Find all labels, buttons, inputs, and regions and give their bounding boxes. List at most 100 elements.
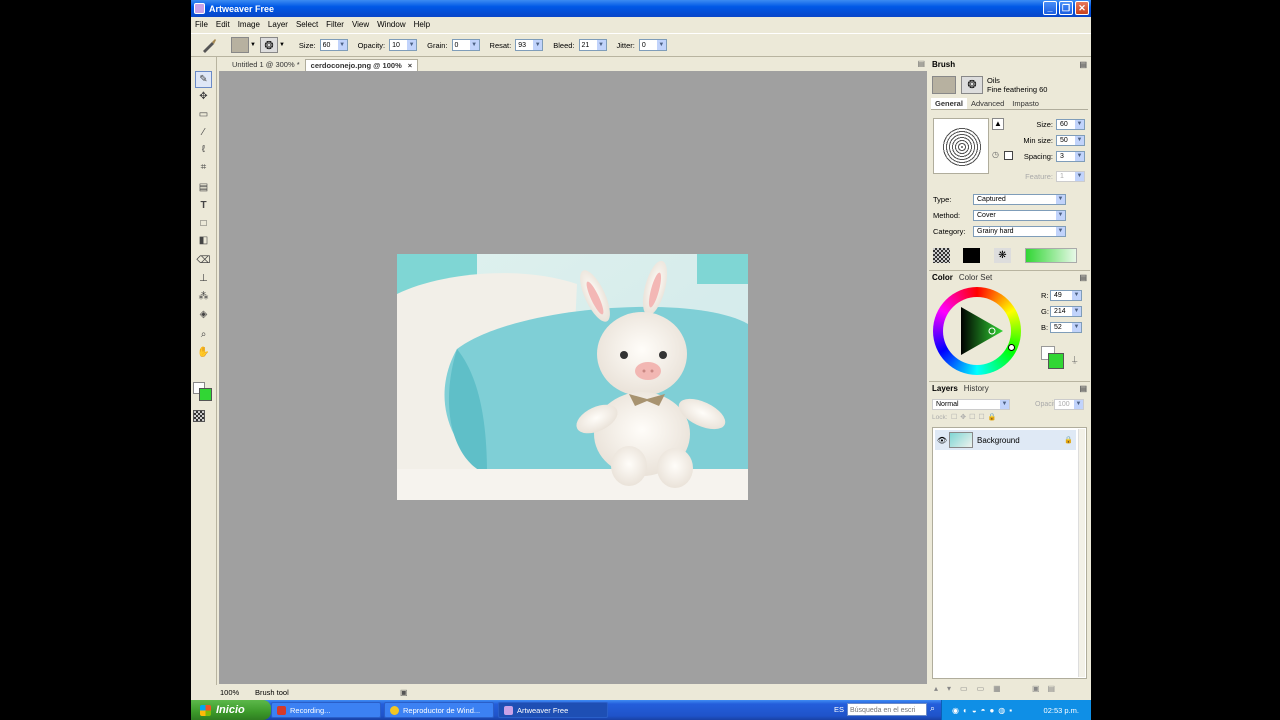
opacity-label: Opacity: <box>357 40 386 50</box>
canvas-area[interactable] <box>219 71 927 684</box>
jitter-field[interactable]: 0 ▼ <box>638 39 667 51</box>
menu-edit[interactable]: Edit <box>216 20 230 29</box>
tab-menu-icon[interactable]: ▤ <box>917 59 925 68</box>
blend-mode-select[interactable]: Normal ▼ <box>932 399 1010 410</box>
spacing-field[interactable]: 3 ▼ <box>1056 151 1085 162</box>
layer-actions-right[interactable]: ▣▤ <box>1032 684 1063 693</box>
category-select[interactable]: Grainy hard ▼ <box>973 226 1066 237</box>
foreground-color-swatch[interactable] <box>199 388 212 401</box>
layer-actions-bar[interactable]: ▴▾▭▭▦ <box>934 684 1010 693</box>
eyedropper-tool-button[interactable]: ⁂ <box>195 288 212 305</box>
stamp-tool-button[interactable]: ⊥ <box>195 270 212 287</box>
paper-texture-swatch[interactable] <box>933 248 950 263</box>
layer-list-scrollbar[interactable] <box>1078 429 1085 677</box>
crop-tool-button[interactable]: ⌗ <box>195 159 212 176</box>
size-field[interactable]: 60 ▼ <box>319 39 348 51</box>
rectangle-select-tool-button[interactable]: ▭ <box>195 106 212 123</box>
eraser-tool-button[interactable]: ⌫ <box>195 252 212 269</box>
brush-shape-icon[interactable]: ▲ <box>992 118 1004 130</box>
brush-tip-icon[interactable]: ❂ <box>961 76 983 94</box>
tab-general[interactable]: General <box>931 98 967 109</box>
eye-icon[interactable]: 👁 <box>935 436 949 445</box>
menu-view[interactable]: View <box>352 20 369 29</box>
task-media-player[interactable]: Reproductor de Wind... <box>384 702 494 718</box>
menu-file[interactable]: File <box>195 20 208 29</box>
task-recording[interactable]: Recording... <box>271 702 381 718</box>
brush-size-field[interactable]: 60 ▼ <box>1056 119 1085 130</box>
r-value: 49 <box>1054 292 1062 299</box>
bleed-field[interactable]: 21 ▼ <box>578 39 607 51</box>
menu-filter[interactable]: Filter <box>326 20 344 29</box>
gradient-swatch[interactable] <box>1025 248 1077 263</box>
color-swatch-black[interactable] <box>963 248 980 263</box>
text-tool-button[interactable]: T <box>195 197 212 214</box>
taskbar: Inicio Recording... Reproductor de Wind.… <box>191 700 1091 720</box>
opacity-field[interactable]: 10 ▼ <box>389 39 418 51</box>
r-field[interactable]: 49 ▼ <box>1050 290 1082 301</box>
lasso-tool-button[interactable]: ℓ <box>195 141 212 158</box>
panel-menu-icon[interactable]: ▤ <box>1079 273 1087 282</box>
tab-history[interactable]: History <box>964 384 989 393</box>
eyedropper-icon[interactable]: ⍊ <box>1072 354 1077 365</box>
resat-value: 93 <box>518 41 527 49</box>
min-size-field[interactable]: 50 ▼ <box>1056 135 1085 146</box>
pattern-swatch[interactable] <box>193 410 205 422</box>
hand-tool-button[interactable]: ✋ <box>195 344 212 361</box>
maximize-button[interactable]: ❐ <box>1059 1 1073 15</box>
method-select[interactable]: Cover ▼ <box>973 210 1066 221</box>
canvas-image[interactable] <box>397 254 748 500</box>
color-triangle[interactable] <box>947 301 1007 361</box>
start-button[interactable]: Inicio <box>191 700 271 720</box>
gradient-tool-button[interactable]: ◧ <box>195 232 212 249</box>
tab-layers[interactable]: Layers <box>932 384 958 393</box>
navigator-icon[interactable]: ▣ <box>400 688 408 697</box>
size-label: Size: <box>298 40 316 50</box>
pressure-checkbox[interactable] <box>1004 151 1013 160</box>
wand-tool-button[interactable]: ⁄ <box>195 124 212 141</box>
tab-cerdoconejo[interactable]: cerdoconejo.png @ 100% × <box>304 58 419 71</box>
chevron-down-icon: ▼ <box>596 40 606 50</box>
menu-select[interactable]: Select <box>296 20 318 29</box>
brush-tip-picker[interactable]: ❂ ▼ <box>259 36 285 54</box>
shape-tool-button[interactable]: □ <box>195 215 212 232</box>
type-select[interactable]: Captured ▼ <box>973 194 1066 205</box>
foreground-color-swatch[interactable] <box>1048 353 1064 369</box>
menu-window[interactable]: Window <box>377 20 405 29</box>
brush-tool-button[interactable]: ✎ <box>195 71 212 88</box>
perspective-tool-button[interactable]: ▤ <box>195 179 212 196</box>
layer-row-background[interactable]: 👁 Background 🔒 <box>935 430 1076 450</box>
chevron-down-icon: ▼ <box>1056 211 1065 220</box>
tab-color[interactable]: Color <box>932 273 953 282</box>
tab-impasto[interactable]: Impasto <box>1008 98 1043 109</box>
zoom-tool-button[interactable]: ⌕ <box>195 326 212 343</box>
brush-category-icon[interactable] <box>932 76 956 94</box>
move-tool-button[interactable]: ✥ <box>195 88 212 105</box>
b-field[interactable]: 52 ▼ <box>1050 322 1082 333</box>
pressure-icon[interactable]: ◷ <box>992 150 999 159</box>
task-artweaver[interactable]: Artweaver Free <box>498 702 608 718</box>
panel-menu-icon[interactable]: ▤ <box>1079 384 1087 393</box>
language-indicator[interactable]: ES <box>834 705 844 714</box>
desktop-search-input[interactable]: Búsqueda en el escri <box>847 703 927 716</box>
tray-icons[interactable]: ◉◐◒◓●◍▪ <box>952 706 1016 715</box>
pattern-icon[interactable]: ❋ <box>994 248 1011 263</box>
close-tab-icon[interactable]: × <box>408 61 412 70</box>
brush-variant-picker[interactable]: ▼ <box>231 36 256 54</box>
color-wheel[interactable] <box>933 287 1021 375</box>
tab-untitled-1[interactable]: Untitled 1 @ 300% * <box>227 59 305 71</box>
tab-color-set[interactable]: Color Set <box>959 273 992 282</box>
menu-help[interactable]: Help <box>414 20 430 29</box>
grain-field[interactable]: 0 ▼ <box>451 39 480 51</box>
search-icon[interactable]: ⌕ <box>930 703 935 714</box>
hue-marker[interactable] <box>1008 344 1015 351</box>
tab-advanced[interactable]: Advanced <box>967 98 1008 109</box>
close-button[interactable]: ✕ <box>1075 1 1089 15</box>
minimize-button[interactable]: _ <box>1043 1 1057 15</box>
resat-field[interactable]: 93 ▼ <box>515 39 544 51</box>
panel-menu-icon[interactable]: ▤ <box>1079 60 1087 69</box>
menu-layer[interactable]: Layer <box>268 20 288 29</box>
fill-tool-button[interactable]: ◈ <box>195 306 212 323</box>
g-field[interactable]: 214 ▼ <box>1050 306 1082 317</box>
lock-options-icon[interactable]: ☐✥☐☐🔒 <box>951 413 999 421</box>
menu-image[interactable]: Image <box>238 20 260 29</box>
